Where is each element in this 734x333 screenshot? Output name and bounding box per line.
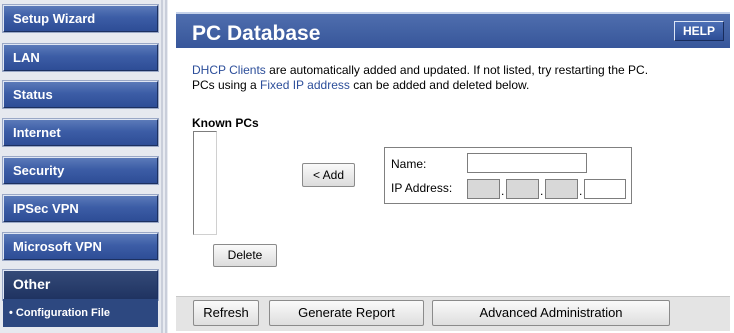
add-button[interactable]: < Add — [302, 163, 355, 187]
pc-entry-form: Name: IP Address: . . . — [384, 147, 632, 204]
dhcp-clients-link[interactable]: DHCP Clients — [192, 63, 266, 77]
sidebar-divider — [161, 0, 168, 333]
bottom-action-bar: Refresh Generate Report Advanced Adminis… — [176, 296, 730, 331]
intro-text-part-1: are automatically added and updated. If … — [265, 63, 649, 77]
ip-octet-4-input[interactable] — [584, 179, 626, 199]
advanced-administration-button[interactable]: Advanced Administration — [432, 300, 670, 326]
fixed-ip-address-link[interactable]: Fixed IP address — [260, 78, 350, 92]
help-button[interactable]: HELP — [674, 21, 724, 41]
sidebar-item-internet[interactable]: Internet — [3, 119, 158, 146]
sidebar-item-microsoft-vpn[interactable]: Microsoft VPN — [3, 233, 158, 260]
known-pcs-list[interactable] — [193, 131, 217, 235]
sidebar-item-lan[interactable]: LAN — [3, 44, 158, 71]
main-content: PC Database HELP DHCP Clients are automa… — [176, 0, 734, 333]
page-title: PC Database — [192, 22, 321, 45]
sidebar-item-status[interactable]: Status — [3, 81, 158, 108]
ip-octet-2-input[interactable] — [506, 179, 539, 199]
name-input[interactable] — [467, 153, 587, 173]
ip-dot-separator: . — [501, 184, 505, 198]
intro-text-part-3: can be added and deleted below. — [349, 78, 530, 92]
known-pcs-label: Known PCs — [192, 116, 259, 130]
name-label: Name: — [391, 157, 427, 171]
sidebar-item-other[interactable]: Other — [3, 270, 158, 300]
refresh-button[interactable]: Refresh — [193, 300, 259, 326]
generate-report-button[interactable]: Generate Report — [269, 300, 424, 326]
delete-button[interactable]: Delete — [213, 244, 277, 267]
intro-text: DHCP Clients are automatically added and… — [192, 63, 732, 93]
sidebar-item-security[interactable]: Security — [3, 157, 158, 184]
ip-octet-1-input[interactable] — [467, 179, 500, 199]
sidebar-item-setup-wizard[interactable]: Setup Wizard — [3, 5, 158, 32]
ip-dot-separator: . — [579, 184, 583, 198]
ip-address-label: IP Address: — [391, 181, 453, 195]
ip-octet-3-input[interactable] — [545, 179, 578, 199]
intro-text-part-2: PCs using a — [192, 78, 261, 92]
sidebar-nav: Setup Wizard LAN Status Internet Securit… — [0, 0, 168, 333]
title-bar: PC Database HELP — [176, 12, 730, 48]
ip-dot-separator: . — [540, 184, 544, 198]
sidebar-subitem-configuration-file[interactable]: • Configuration File — [3, 299, 158, 327]
sidebar-item-ipsec-vpn[interactable]: IPSec VPN — [3, 195, 158, 222]
